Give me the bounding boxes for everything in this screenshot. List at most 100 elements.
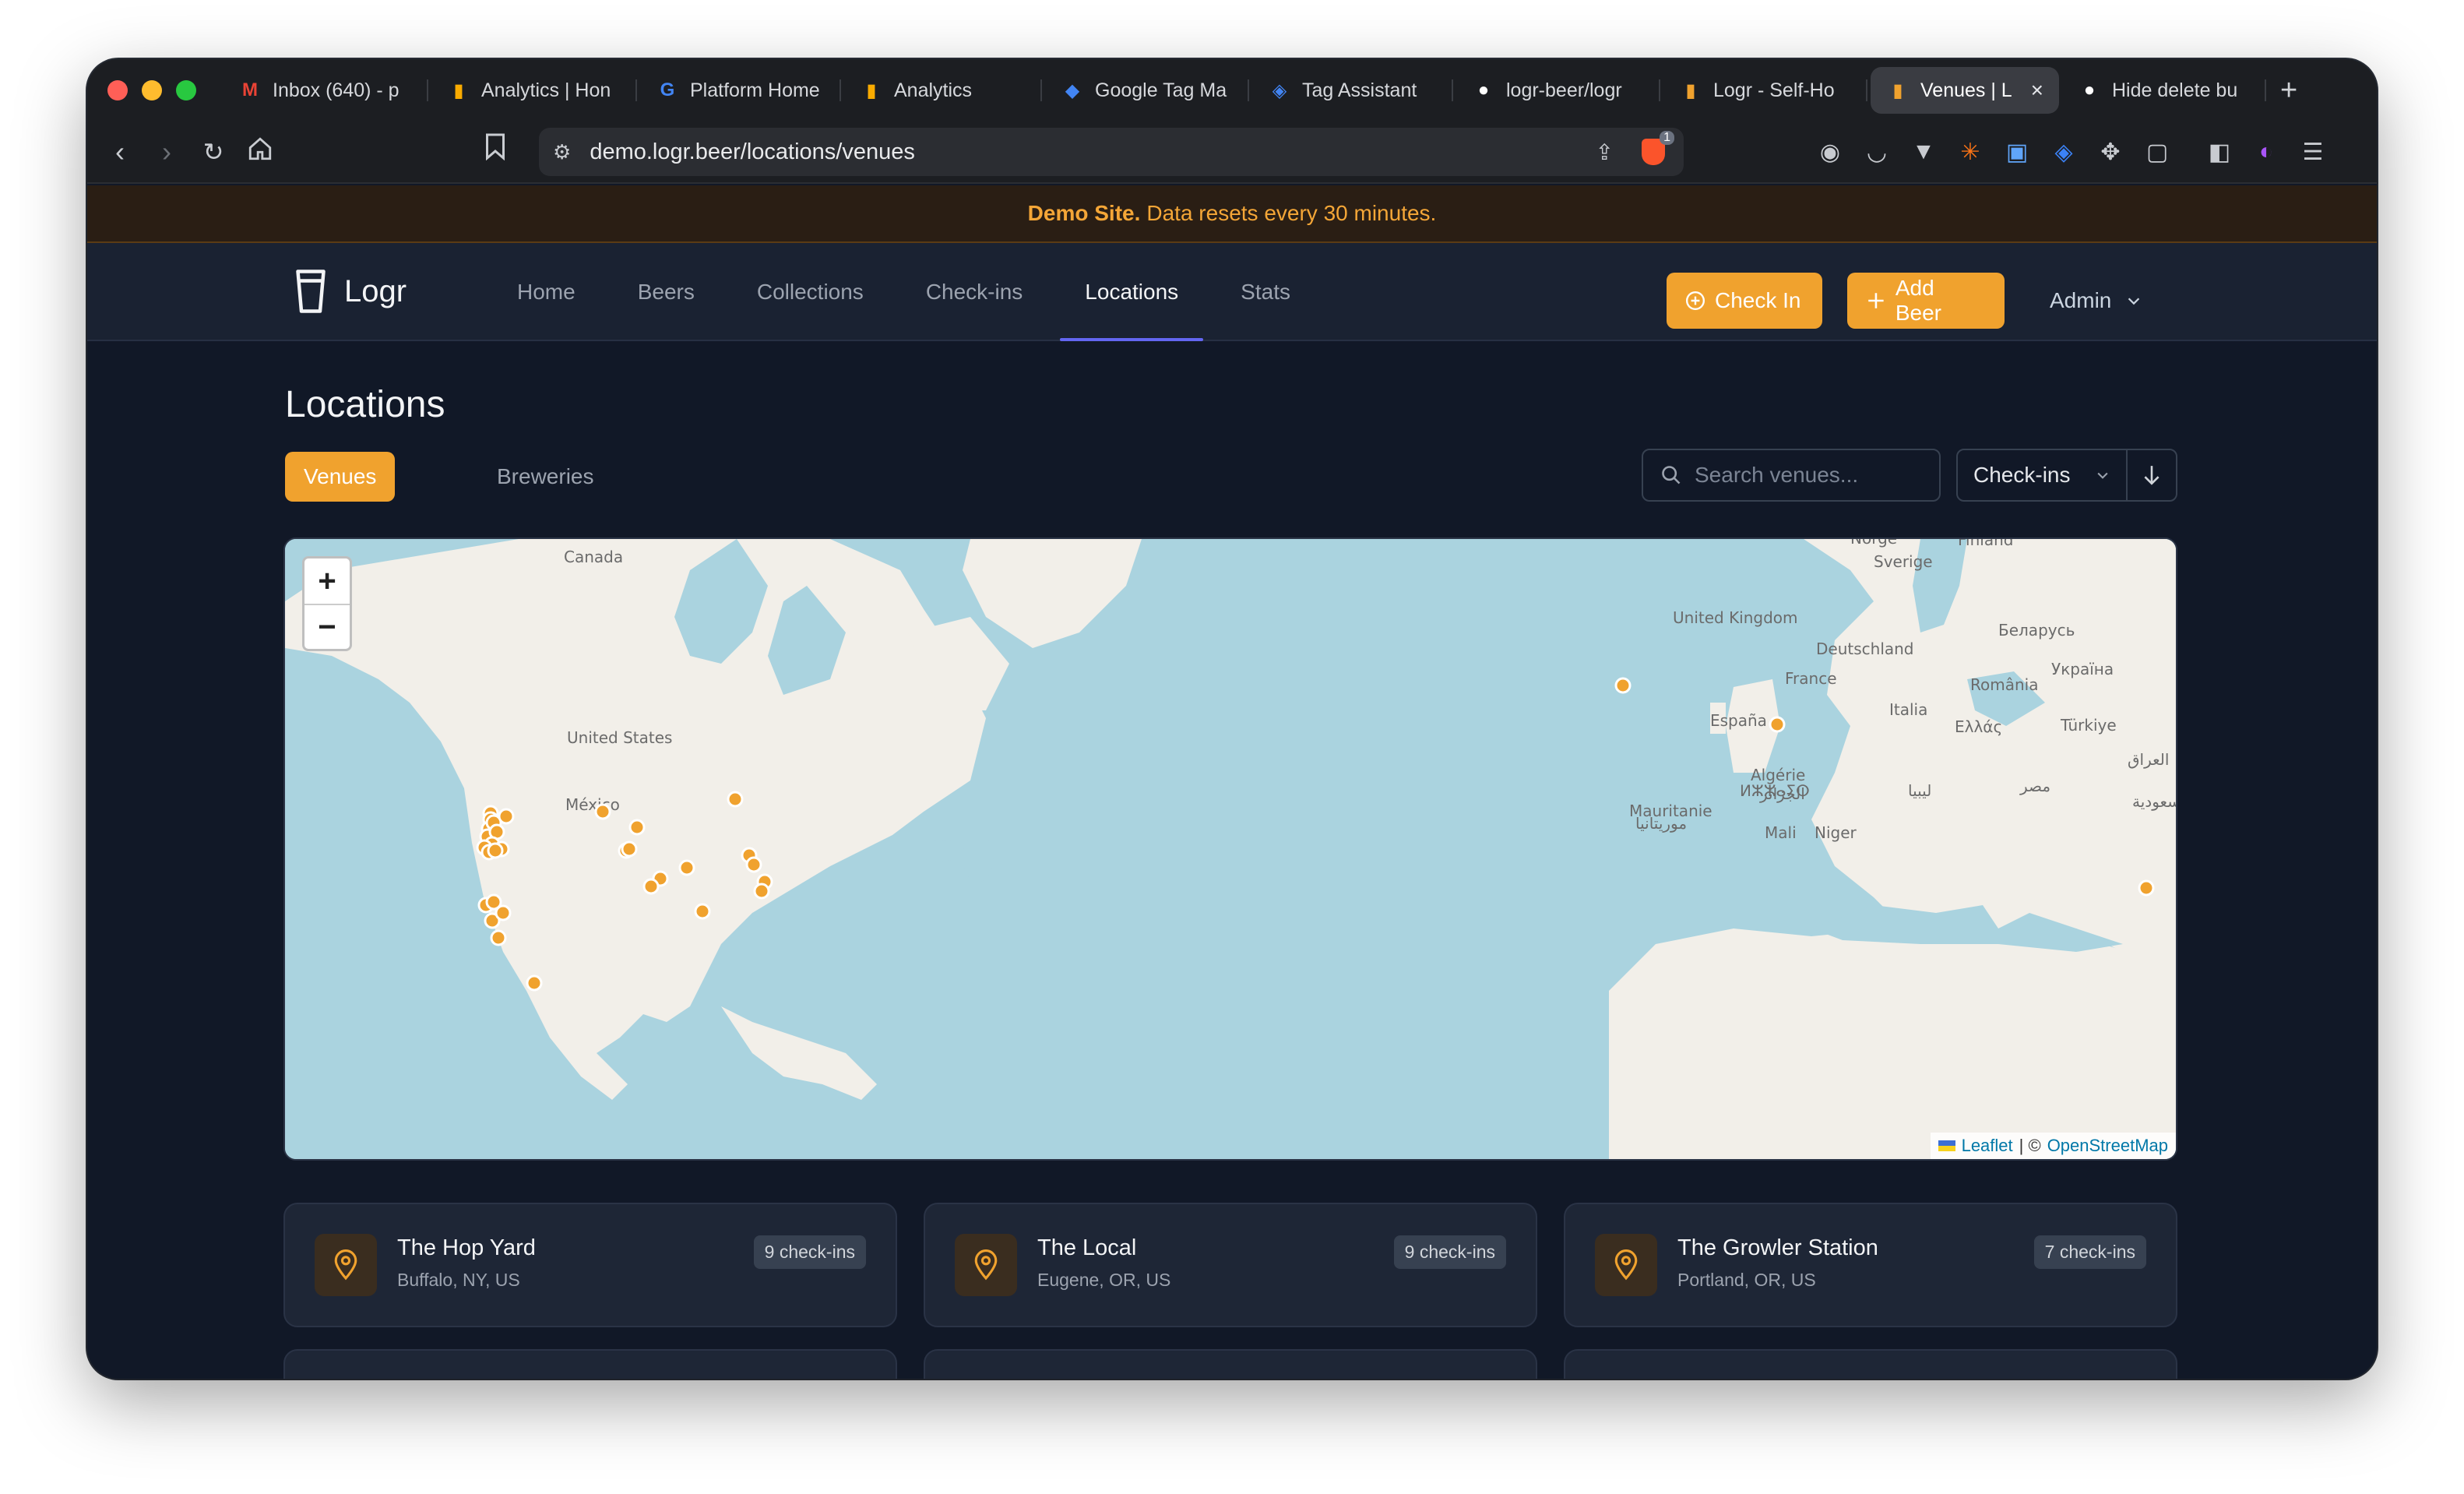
tab-breweries[interactable]: Breweries xyxy=(478,452,612,502)
venue-marker[interactable] xyxy=(642,878,660,895)
sort-label: Check-ins xyxy=(1973,463,2071,487)
venue-card[interactable]: The Growler Station Portland, OR, US 7 che… xyxy=(1564,1203,2177,1327)
map-label-united-states: United States xyxy=(567,728,672,747)
nav-beers[interactable]: Beers xyxy=(607,243,726,341)
home-icon[interactable] xyxy=(237,136,283,169)
google-icon: G xyxy=(660,79,675,100)
github-icon: ● xyxy=(2083,79,2096,100)
brand-name: Logr xyxy=(344,273,407,308)
reload-icon[interactable]: ↻ xyxy=(190,137,237,167)
venue-name: The Hop Yard xyxy=(397,1235,536,1260)
nav-check-ins[interactable]: Check-ins xyxy=(895,243,1054,341)
minimize-window-button[interactable] xyxy=(142,80,162,100)
sort-select[interactable]: Check-ins xyxy=(1956,449,2128,502)
nav-stats[interactable]: Stats xyxy=(1209,243,1322,341)
browser-tab[interactable]: ◆ Google Tag Ma xyxy=(1045,67,1249,114)
venue-name: The Local xyxy=(1037,1235,1137,1260)
map-label-sverige: Sverige xyxy=(1874,552,1933,571)
attribution-separator: | © xyxy=(2019,1136,2041,1155)
venue-card[interactable]: The Local Eugene, OR, US 9 check-ins xyxy=(924,1203,1537,1327)
add-beer-button[interactable]: Add Beer xyxy=(1847,273,2005,329)
venue-marker[interactable] xyxy=(745,856,762,873)
browser-tab[interactable]: ▮ Analytics xyxy=(844,67,1042,114)
user-menu[interactable]: Admin xyxy=(2050,273,2142,329)
venue-marker[interactable] xyxy=(727,791,744,808)
brand-logo[interactable]: Logr xyxy=(294,268,407,315)
nav-locations[interactable]: Locations xyxy=(1054,243,1209,341)
venue-marker[interactable] xyxy=(1614,677,1632,694)
add-beer-label: Add Beer xyxy=(1895,276,1942,325)
venue-card[interactable]: The Hop Yard Buffalo, NY, US 9 check-ins xyxy=(283,1203,897,1327)
browser-tab[interactable]: G Platform Home xyxy=(640,67,841,114)
search-placeholder: Search venues... xyxy=(1695,463,1859,487)
check-in-button[interactable]: Check In xyxy=(1667,273,1822,329)
browser-tab[interactable]: ● Hide delete bu xyxy=(2062,67,2266,114)
new-tab-button[interactable]: + xyxy=(2280,74,2297,107)
share-icon[interactable]: ⇪ xyxy=(1596,139,1614,165)
openstreetmap-link[interactable]: OpenStreetMap xyxy=(2047,1136,2168,1156)
url-text[interactable]: demo.logr.beer/locations/venues xyxy=(590,139,915,165)
browser-tab[interactable]: ▮ Venues | L × xyxy=(1871,67,2059,114)
menu-icon[interactable]: ☰ xyxy=(2297,139,2328,166)
password-manager-icon[interactable]: ◉ xyxy=(1815,139,1846,166)
zoom-in-button[interactable]: + xyxy=(304,558,350,604)
map-tiles[interactable]: Canada United States México United Kingd… xyxy=(285,539,2177,1161)
venue-marker[interactable] xyxy=(628,819,646,836)
venue-marker[interactable] xyxy=(487,842,504,859)
browser-tab[interactable]: ▮ Logr - Self-Ho xyxy=(1663,67,1867,114)
extensions-puzzle-icon[interactable]: ✥ xyxy=(2095,139,2126,166)
venue-marker[interactable] xyxy=(753,883,770,900)
back-icon[interactable]: ‹ xyxy=(97,136,143,168)
maximize-window-button[interactable] xyxy=(176,80,196,100)
sort-direction-button[interactable] xyxy=(2126,449,2177,502)
venue-marker[interactable] xyxy=(1769,716,1786,733)
browser-tab[interactable]: ▮ Analytics | Hon xyxy=(431,67,637,114)
venue-marker[interactable] xyxy=(594,803,611,820)
tag-assistant-icon[interactable]: ◈ xyxy=(2048,139,2079,166)
map-label-canada: Canada xyxy=(564,548,623,566)
map-label-turkiye: Türkiye xyxy=(2060,716,2117,735)
venue-marker[interactable] xyxy=(678,859,695,876)
venue-marker[interactable] xyxy=(498,808,515,825)
venue-card-partial[interactable] xyxy=(283,1349,897,1379)
extension-icon[interactable]: ▣ xyxy=(2001,139,2033,166)
app-header: Logr Home Beers Collections Check-ins Locati… xyxy=(87,243,2377,341)
sidebar-icon[interactable]: ◧ xyxy=(2204,139,2235,166)
bookmark-icon[interactable] xyxy=(472,132,519,167)
venue-marker[interactable] xyxy=(490,929,507,946)
search-input[interactable]: Search venues... xyxy=(1642,449,1941,502)
checkin-count-badge: 9 check-ins xyxy=(753,1235,866,1269)
site-settings-icon[interactable]: ⚙ xyxy=(553,140,571,164)
close-window-button[interactable] xyxy=(107,80,128,100)
map-label-finland: Finland xyxy=(1958,539,2013,549)
chevron-down-icon xyxy=(2128,298,2140,305)
venue-marker[interactable] xyxy=(495,904,512,921)
logr-icon: ▮ xyxy=(1892,79,1903,101)
tab-venues[interactable]: Venues xyxy=(285,452,396,502)
browser-tab[interactable]: ● logr-beer/logr xyxy=(1456,67,1660,114)
vue-devtools-icon[interactable]: ▼ xyxy=(1908,139,1939,165)
address-bar[interactable]: ⚙ demo.logr.beer/locations/venues ⇪ 1 xyxy=(539,128,1684,176)
nav-home[interactable]: Home xyxy=(486,243,607,341)
venue-card-partial[interactable] xyxy=(924,1349,1537,1379)
venue-marker[interactable] xyxy=(621,840,638,858)
venue-marker[interactable] xyxy=(526,974,543,992)
screenshot-icon[interactable]: ▢ xyxy=(2142,139,2173,166)
leo-ai-icon[interactable]: ◐ xyxy=(2251,139,2282,165)
venue-location: Eugene, OR, US xyxy=(1037,1270,1171,1290)
venue-marker[interactable] xyxy=(694,903,711,920)
browser-tab[interactable]: M Inbox (640) - p xyxy=(223,67,428,114)
leaflet-link[interactable]: Leaflet xyxy=(1962,1136,2013,1156)
extension-icon[interactable]: ✳ xyxy=(1955,139,1986,166)
browser-tab[interactable]: ◈ Tag Assistant xyxy=(1252,67,1453,114)
map-label-ukraina: Україна xyxy=(2051,660,2114,678)
venue-marker[interactable] xyxy=(2138,879,2155,897)
ukraine-flag-icon xyxy=(1938,1140,1955,1151)
venue-card-partial[interactable] xyxy=(1564,1349,2177,1379)
close-tab-icon[interactable]: × xyxy=(2031,78,2043,103)
venues-map[interactable]: Canada United States México United Kingd… xyxy=(283,537,2177,1161)
zoom-out-button[interactable]: − xyxy=(304,604,350,649)
extension-icon[interactable]: ◡ xyxy=(1861,139,1892,166)
nav-collections[interactable]: Collections xyxy=(726,243,895,341)
forward-icon[interactable]: › xyxy=(143,136,190,168)
